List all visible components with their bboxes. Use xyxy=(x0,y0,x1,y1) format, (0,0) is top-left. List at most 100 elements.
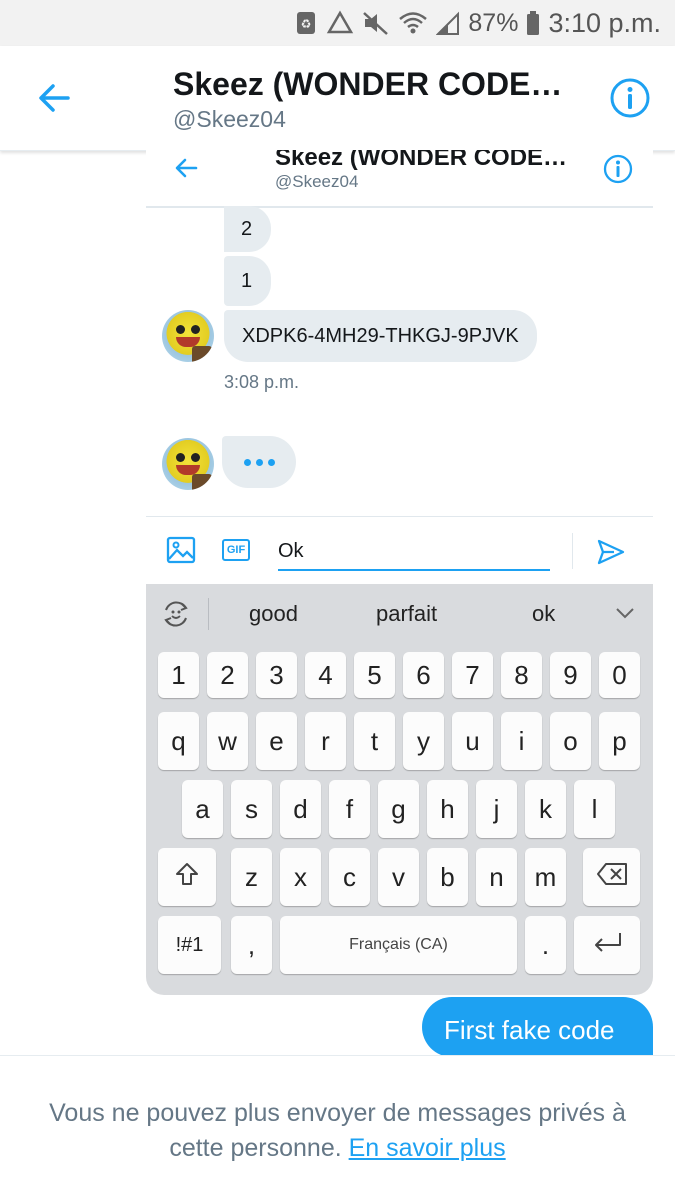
suggestion-bar: good parfait ok xyxy=(146,584,653,644)
conversation-handle: @Skeez04 xyxy=(173,106,286,132)
conversation-title: Skeez (WONDER CODE… xyxy=(173,66,563,102)
key: 3 xyxy=(256,652,297,698)
key: l xyxy=(574,780,615,838)
info-icon xyxy=(602,153,634,185)
key: g xyxy=(378,780,419,838)
emoji-toggle-icon xyxy=(160,598,192,630)
recycle-icon: ♻ xyxy=(294,10,318,36)
send-icon xyxy=(596,537,626,567)
avatar-body xyxy=(192,346,212,362)
key: u xyxy=(452,712,493,770)
footer-notice-text-block: Vous ne pouvez plus envoyer de messages … xyxy=(30,1096,645,1166)
suggestion-word: good xyxy=(249,601,298,626)
battery-icon xyxy=(526,10,540,36)
message-bubble: XDPK6-4MH29-THKGJ-9PJVK xyxy=(224,310,537,362)
typing-dot xyxy=(267,458,275,466)
status-bar: ♻ 87% 3:10 p.m. xyxy=(0,0,675,46)
avatar-body xyxy=(192,474,212,490)
key: 2 xyxy=(207,652,248,698)
conversation-header: Skeez (WONDER CODE… @Skeez04 xyxy=(0,46,675,151)
message-bubble: 1 xyxy=(224,256,271,306)
image-icon xyxy=(166,535,196,565)
message-input xyxy=(278,533,550,571)
message-bubble: 2 xyxy=(224,206,271,252)
key: o xyxy=(550,712,591,770)
avatar-eye xyxy=(176,453,185,462)
keyboard: good parfait ok 1 2 3 4 5 6 7 8 9 0 q w … xyxy=(146,584,653,995)
shift-key xyxy=(158,848,216,906)
gif-button: GIF xyxy=(222,539,250,561)
key: 6 xyxy=(403,652,444,698)
avatar-eye xyxy=(191,453,200,462)
footer-notice: Vous ne pouvez plus envoyer de messages … xyxy=(0,1055,675,1201)
svg-text:♻: ♻ xyxy=(301,17,312,31)
key: v xyxy=(378,848,419,906)
embedded-header: Skeez (WONDER CODE… @Skeez04 xyxy=(146,150,653,208)
key: b xyxy=(427,848,468,906)
info-icon[interactable] xyxy=(608,76,652,120)
key: e xyxy=(256,712,297,770)
key: 8 xyxy=(501,652,542,698)
avatar-eye xyxy=(176,325,185,334)
key: 5 xyxy=(354,652,395,698)
embedded-title: Skeez (WONDER CODE… xyxy=(275,150,568,171)
back-arrow-icon[interactable] xyxy=(34,78,74,118)
backspace-icon xyxy=(596,862,628,892)
key: a xyxy=(182,780,223,838)
suggestion-word: parfait xyxy=(376,601,438,626)
message-timestamp: 3:08 p.m. xyxy=(224,372,300,392)
key: t xyxy=(354,712,395,770)
composer-divider xyxy=(572,533,573,569)
typing-dot xyxy=(255,458,263,466)
avatar-eye xyxy=(191,325,200,334)
key: i xyxy=(501,712,542,770)
key: j xyxy=(476,780,517,838)
enter-icon xyxy=(590,930,624,960)
key: 4 xyxy=(305,652,346,698)
key: x xyxy=(280,848,321,906)
symbols-key: !#1 xyxy=(158,916,221,974)
suggestion-divider xyxy=(208,598,209,630)
key: c xyxy=(329,848,370,906)
key: n xyxy=(476,848,517,906)
sent-message-text: First fake code xyxy=(444,1015,615,1045)
typing-dot xyxy=(243,458,251,466)
enter-key xyxy=(574,916,640,974)
avatar xyxy=(162,310,214,362)
comma-key: , xyxy=(231,916,272,974)
embedded-screenshot: Skeez (WONDER CODE… @Skeez04 2 1 XDPK6-4… xyxy=(146,150,653,995)
key: k xyxy=(525,780,566,838)
wifi-icon xyxy=(398,10,428,36)
recycle-outline-icon xyxy=(326,10,354,36)
key: p xyxy=(599,712,640,770)
avatar xyxy=(162,438,214,490)
status-time: 3:10 p.m. xyxy=(548,7,661,38)
backspace-key xyxy=(583,848,640,906)
key: m xyxy=(525,848,566,906)
key: 9 xyxy=(550,652,591,698)
back-arrow-icon xyxy=(172,154,200,182)
key: q xyxy=(158,712,199,770)
period-key: . xyxy=(525,916,566,974)
key: 0 xyxy=(599,652,640,698)
footer-notice-text: Vous ne pouvez plus envoyer de messages … xyxy=(49,1099,626,1162)
key: f xyxy=(329,780,370,838)
message-composer: GIF xyxy=(146,516,653,583)
key: h xyxy=(427,780,468,838)
typing-indicator xyxy=(222,436,296,488)
key: r xyxy=(305,712,346,770)
key: z xyxy=(231,848,272,906)
signal-icon xyxy=(436,10,460,36)
sent-message-bubble: First fake code xyxy=(422,997,653,1057)
suggestion-word: ok xyxy=(532,601,556,626)
key: 7 xyxy=(452,652,493,698)
battery-percent: 87% xyxy=(468,8,519,37)
key: s xyxy=(231,780,272,838)
key: y xyxy=(403,712,444,770)
space-key: Français (CA) xyxy=(280,916,517,974)
embedded-handle: @Skeez04 xyxy=(275,172,359,191)
learn-more-link[interactable]: En savoir plus xyxy=(349,1134,506,1162)
chevron-down-icon xyxy=(614,602,636,624)
shift-icon xyxy=(174,861,200,893)
key: 1 xyxy=(158,652,199,698)
